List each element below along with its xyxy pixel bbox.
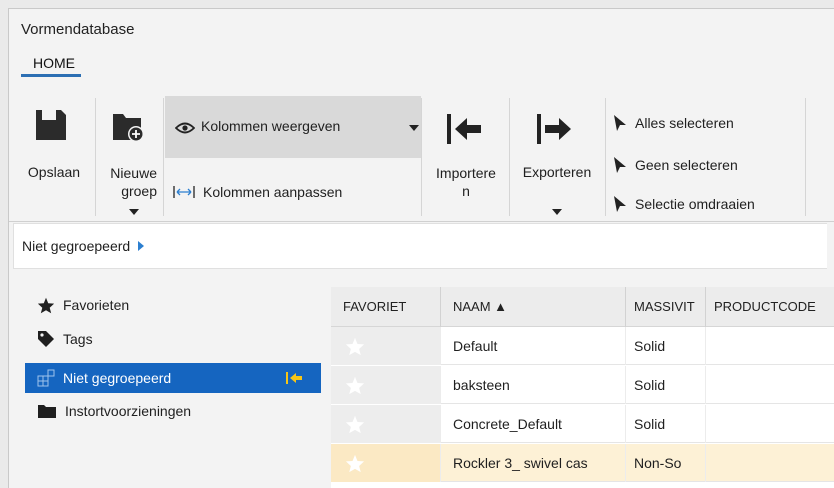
sidebar-item-label: Favorieten (63, 297, 130, 313)
save-button[interactable]: Opslaan (13, 96, 95, 218)
invert-selection-button[interactable]: Selectie omdraaien (613, 195, 755, 213)
tag-icon (38, 331, 54, 347)
column-header-massivity[interactable]: MASSIVIT (626, 287, 706, 327)
tab-home[interactable]: HOME (21, 51, 81, 77)
chevron-down-icon (409, 125, 419, 131)
table-row[interactable]: baksteen Solid (331, 366, 834, 404)
productcode-cell (706, 405, 834, 443)
column-header-favorite[interactable]: FAVORIET (331, 287, 441, 327)
name-cell: Concrete_Default (441, 405, 626, 443)
ribbon-separator (509, 98, 510, 216)
ribbon-separator (95, 98, 96, 216)
ribbon: Opslaan Nieuwe groep Kolommen weergeven (9, 96, 834, 222)
folder-icon (38, 405, 56, 418)
eye-icon (175, 122, 195, 134)
floppy-disk-icon (36, 110, 66, 140)
sidebar-item-favorites[interactable]: Favorieten (25, 291, 321, 319)
import-arrow-icon (447, 114, 481, 144)
select-none-label: Geen selecteren (635, 157, 738, 173)
star-icon[interactable] (345, 376, 365, 395)
export-button[interactable]: Exporteren (511, 96, 603, 218)
tab-row: HOME (9, 51, 834, 77)
new-group-button[interactable]: Nieuwe groep (97, 96, 161, 218)
table-row[interactable]: Default Solid (331, 327, 834, 365)
favorite-star-cell[interactable] (331, 366, 441, 404)
sidebar-item-tags[interactable]: Tags (25, 325, 321, 353)
column-header-productcode[interactable]: PRODUCTCODE (706, 287, 834, 327)
invert-selection-label: Selectie omdraaien (635, 196, 755, 212)
massivity-cell: Solid (626, 327, 706, 365)
star-icon (37, 297, 55, 313)
shapes-table: FAVORIET NAAM ▲ MASSIVIT PRODUCTCODE Def… (331, 287, 834, 488)
sidebar-item-ungrouped[interactable]: Niet gegroepeerd (25, 363, 321, 393)
new-folder-icon (113, 114, 144, 142)
productcode-cell (706, 366, 834, 404)
adjust-columns-icon (173, 186, 195, 198)
star-icon[interactable] (345, 454, 365, 473)
chevron-right-icon[interactable] (138, 241, 145, 251)
export-label: Exporteren (522, 164, 592, 180)
favorite-star-cell[interactable] (331, 327, 441, 365)
name-cell: Default (441, 327, 626, 365)
name-cell: baksteen (441, 366, 626, 404)
select-all-button[interactable]: Alles selecteren (613, 114, 734, 132)
massivity-cell: Non-So (626, 444, 706, 482)
star-icon[interactable] (345, 415, 365, 434)
cursor-icon (614, 157, 626, 173)
star-icon[interactable] (345, 337, 365, 356)
sidebar-item-instortvoorzieningen[interactable]: Instortvoorzieningen (25, 397, 321, 425)
show-columns-label: Kolommen weergeven (201, 118, 341, 134)
breadcrumb-item[interactable]: Niet gegroepeerd (22, 238, 130, 254)
chevron-down-icon (552, 209, 562, 215)
sidebar: Favorieten Tags Niet gegroepeerd Instort… (13, 279, 321, 480)
favorite-star-cell[interactable] (331, 405, 441, 443)
ribbon-separator (605, 98, 606, 216)
save-label: Opslaan (27, 164, 81, 180)
ungrouped-icon (37, 369, 55, 387)
sidebar-item-label: Tags (63, 331, 93, 347)
massivity-cell: Solid (626, 405, 706, 443)
productcode-cell (706, 444, 834, 482)
favorite-star-cell[interactable] (331, 444, 441, 482)
window: Vormendatabase HOME Opslaan Nieuwe groep… (8, 8, 834, 488)
tab-home-label: HOME (33, 55, 75, 71)
table-row[interactable]: Concrete_Default Solid (331, 405, 834, 443)
adjust-columns-label: Kolommen aanpassen (203, 184, 343, 200)
table-header: FAVORIET NAAM ▲ MASSIVIT PRODUCTCODE (331, 287, 834, 327)
cursor-icon (614, 196, 626, 212)
ribbon-separator (163, 98, 164, 216)
ribbon-separator (421, 98, 422, 216)
sidebar-item-label: Niet gegroepeerd (63, 370, 172, 386)
column-header-name[interactable]: NAAM ▲ (441, 287, 626, 327)
cursor-icon (614, 115, 626, 131)
name-cell: Rockler 3_ swivel cas (441, 444, 626, 482)
import-button[interactable]: Importeren (423, 96, 509, 218)
new-group-label: Nieuwe groep (110, 165, 157, 199)
select-none-button[interactable]: Geen selecteren (613, 156, 738, 174)
window-title: Vormendatabase (21, 21, 135, 38)
ribbon-separator (805, 98, 806, 216)
sidebar-item-label: Instortvoorzieningen (65, 403, 192, 419)
chevron-down-icon (129, 209, 139, 215)
productcode-cell (706, 327, 834, 365)
massivity-cell: Solid (626, 366, 706, 404)
tab-home-underline (21, 74, 81, 77)
adjust-columns-button[interactable]: Kolommen aanpassen (173, 184, 342, 200)
pin-arrow-icon[interactable] (285, 369, 303, 387)
breadcrumb: Niet gegroepeerd (13, 223, 827, 269)
export-arrow-icon (537, 114, 571, 144)
table-row-selected[interactable]: Rockler 3_ swivel cas Non-So (331, 444, 834, 482)
import-label: Importeren (436, 165, 496, 199)
select-all-label: Alles selecteren (635, 115, 734, 131)
show-columns-dropdown[interactable]: Kolommen weergeven (165, 96, 421, 158)
